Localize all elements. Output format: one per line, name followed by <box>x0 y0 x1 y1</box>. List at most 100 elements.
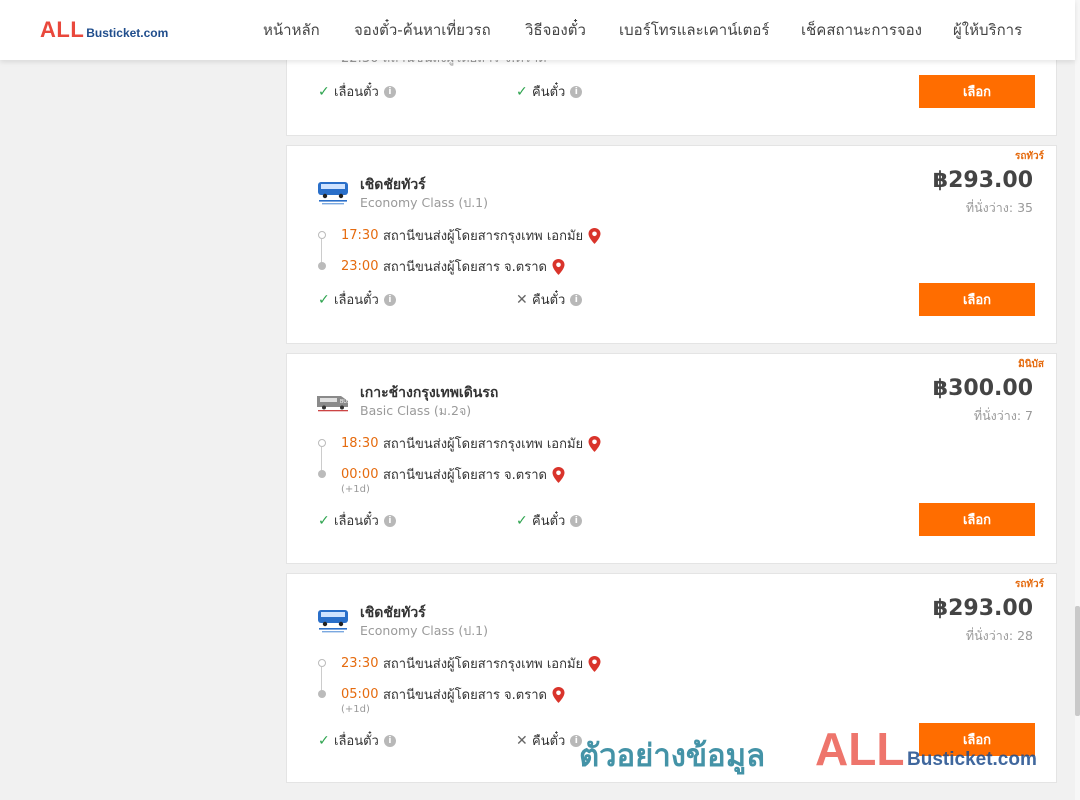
check-icon: ✓ <box>318 512 330 529</box>
info-icon[interactable]: i <box>383 514 396 527</box>
map-pin-icon[interactable] <box>552 466 565 483</box>
timeline-start-dot <box>318 659 326 667</box>
nav-contact-counters[interactable]: เบอร์โทรและเคาน์เตอร์ <box>619 0 769 60</box>
check-icon: ✓ <box>318 732 330 749</box>
nav-home[interactable]: หน้าหลัก <box>263 0 320 60</box>
departure-time: 18:30 <box>341 436 379 451</box>
info-icon[interactable]: i <box>383 293 396 306</box>
timeline-start-dot <box>318 439 326 447</box>
route-timeline <box>318 439 328 479</box>
seats-available: ที่นั่งว่าง: 35 <box>965 200 1033 215</box>
refund-feature: ✓ คืนตั๋ว i <box>516 81 583 102</box>
refund-label: คืนตั๋ว <box>532 734 566 749</box>
timeline-end-dot <box>318 262 326 270</box>
vehicle-type-tag: รถทัวร์ <box>1014 151 1044 162</box>
info-icon[interactable]: i <box>383 734 396 747</box>
map-pin-icon[interactable] <box>588 227 601 244</box>
watermark-sample-text: ตัวอย่างข้อมูล <box>579 738 766 774</box>
departure-station: สถานีขนส่งผู้โดยสารกรุงเทพ เอกมัย <box>383 229 584 244</box>
departure-time: 17:30 <box>341 228 379 243</box>
arrival-station: สถานีขนส่งผู้โดยสาร จ.ตราด <box>383 468 547 483</box>
refund-feature: ✕ คืนตั๋ว i <box>516 730 583 751</box>
timeline-line <box>321 667 322 691</box>
logo-sub-text: Busticket.com <box>86 26 169 40</box>
page-scrollbar-thumb[interactable] <box>1075 606 1080 716</box>
map-pin-icon[interactable] <box>588 655 601 672</box>
check-icon: ✓ <box>318 291 330 308</box>
cross-icon: ✕ <box>516 732 528 749</box>
arrival-stop: 23:00 สถานีขนส่งผู้โดยสาร จ.ตราด <box>341 256 565 277</box>
refund-feature: ✕ คืนตั๋ว i <box>516 289 583 310</box>
bus-logo-icon <box>315 179 351 207</box>
nav-book-ticket[interactable]: จองตั๋ว-ค้นหาเที่ยวรถ <box>354 0 491 60</box>
select-trip-button[interactable]: เลือก <box>919 503 1035 536</box>
route-timeline <box>318 231 328 271</box>
nav-how-to-book[interactable]: วิธีจองตั๋ว <box>525 0 586 60</box>
ticket-price: ฿293.00 <box>932 596 1033 621</box>
seats-available: ที่นั่งว่าง: 28 <box>965 628 1033 643</box>
reschedule-feature: ✓ เลื่อนตั๋ว i <box>318 510 396 531</box>
arrival-time: 00:00 <box>341 467 379 482</box>
trip-card: มินิบัส BUS เกาะช้างกรุงเทพเดินรถ Basic … <box>286 353 1057 564</box>
van-logo-icon: BUS <box>315 387 351 415</box>
reschedule-label: เลื่อนตั๋ว <box>334 514 379 529</box>
departure-stop: 23:30 สถานีขนส่งผู้โดยสารกรุงเทพ เอกมัย <box>341 653 601 674</box>
info-icon[interactable]: i <box>570 514 583 527</box>
info-icon[interactable]: i <box>383 85 396 98</box>
departure-stop: 17:30 สถานีขนส่งผู้โดยสารกรุงเทพ เอกมัย <box>341 225 601 246</box>
arrival-station: สถานีขนส่งผู้โดยสาร จ.ตราด <box>383 688 547 703</box>
watermark-logo-sub: Busticket.com <box>907 749 1037 770</box>
vehicle-type-tag: รถทัวร์ <box>1014 579 1044 590</box>
seats-available: ที่นั่งว่าง: 7 <box>973 408 1033 423</box>
next-day-badge: (+1d) <box>341 484 370 495</box>
timeline-end-dot <box>318 470 326 478</box>
arrival-time: 23:00 <box>341 259 379 274</box>
map-pin-icon[interactable] <box>588 435 601 452</box>
bus-class: Economy Class (ป.1) <box>360 623 489 638</box>
reschedule-label: เลื่อนตั๋ว <box>334 85 379 100</box>
cross-icon: ✕ <box>516 291 528 308</box>
refund-label: คืนตั๋ว <box>532 293 566 308</box>
departure-stop: 18:30 สถานีขนส่งผู้โดยสารกรุงเทพ เอกมัย <box>341 433 601 454</box>
nav-operators[interactable]: ผู้ให้บริการ <box>953 0 1022 60</box>
arrival-stop: 05:00 สถานีขนส่งผู้โดยสาร จ.ตราด <box>341 684 565 705</box>
route-timeline <box>318 659 328 699</box>
check-icon: ✓ <box>516 512 528 529</box>
timeline-start-dot <box>318 231 326 239</box>
arrival-stop: 00:00 สถานีขนส่งผู้โดยสาร จ.ตราด <box>341 464 565 485</box>
departure-station: สถานีขนส่งผู้โดยสารกรุงเทพ เอกมัย <box>383 657 584 672</box>
vehicle-type-tag: มินิบัส <box>1018 359 1044 370</box>
nav-check-booking[interactable]: เช็คสถานะการจอง <box>801 0 922 60</box>
info-icon[interactable]: i <box>570 85 583 98</box>
ticket-price: ฿300.00 <box>932 376 1033 401</box>
reschedule-label: เลื่อนตั๋ว <box>334 734 379 749</box>
refund-feature: ✓ คืนตั๋ว i <box>516 510 583 531</box>
timeline-end-dot <box>318 690 326 698</box>
arrival-station: สถานีขนส่งผู้โดยสาร จ.ตราด <box>383 260 547 275</box>
select-trip-button[interactable]: เลือก <box>919 283 1035 316</box>
next-day-badge: (+1d) <box>341 704 370 715</box>
reschedule-feature: ✓ เลื่อนตั๋ว i <box>318 289 396 310</box>
timeline-line <box>321 239 322 263</box>
site-logo[interactable]: ALL Busticket.com <box>40 19 168 41</box>
reschedule-label: เลื่อนตั๋ว <box>334 293 379 308</box>
ticket-price: ฿293.00 <box>932 168 1033 193</box>
check-icon: ✓ <box>516 83 528 100</box>
map-pin-icon[interactable] <box>552 686 565 703</box>
bus-class: Basic Class (ม.2จ) <box>360 403 472 418</box>
map-pin-icon[interactable] <box>552 258 565 275</box>
arrival-time: 05:00 <box>341 687 379 702</box>
check-icon: ✓ <box>318 83 330 100</box>
departure-station: สถานีขนส่งผู้โดยสารกรุงเทพ เอกมัย <box>383 437 584 452</box>
trip-card: รถทัวร์ เชิดชัยทัวร์ Economy Class (ป.1)… <box>286 145 1057 344</box>
select-trip-button[interactable]: เลือก <box>919 75 1035 108</box>
refund-label: คืนตั๋ว <box>532 85 566 100</box>
info-icon[interactable]: i <box>570 293 583 306</box>
bus-logo-icon <box>315 607 351 635</box>
timeline-line <box>321 447 322 471</box>
refund-label: คืนตั๋ว <box>532 514 566 529</box>
departure-time: 23:30 <box>341 656 379 671</box>
logo-main-text: ALL <box>40 17 85 42</box>
reschedule-feature: ✓ เลื่อนตั๋ว i <box>318 730 396 751</box>
bus-class: Economy Class (ป.1) <box>360 195 489 210</box>
